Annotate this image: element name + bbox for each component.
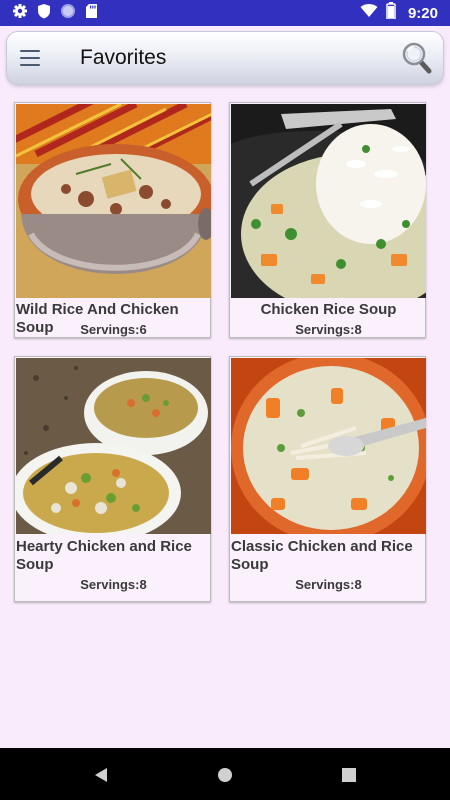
recipe-servings: Servings:8 [295,322,362,337]
page-title: Favorites [80,46,167,69]
app-bar: Favorites [6,31,444,85]
recipe-card[interactable]: Classic Chicken and Rice Soup Servings:8 [229,356,426,602]
recipe-card[interactable]: Chicken Rice Soup Servings:8 [229,102,426,338]
sync-icon [60,3,76,24]
recipe-servings: Servings:8 [295,577,362,592]
battery-icon [386,2,396,24]
recipe-title: Classic Chicken and Rice Soup [231,538,413,573]
recents-icon[interactable] [338,764,360,786]
recipe-image [231,104,426,298]
wifi-icon [360,3,378,23]
settings-icon [12,3,28,24]
search-icon[interactable] [401,41,433,75]
recipe-servings: Servings:8 [80,577,147,592]
status-bar: 9:20 [0,0,450,26]
shield-icon [37,3,51,24]
navigation-bar [0,748,450,800]
recipe-card[interactable]: Wild Rice And Chicken Soup Servings:6 [14,102,211,338]
back-icon[interactable] [90,764,112,786]
recipe-card[interactable]: Hearty Chicken and Rice Soup Servings:8 [14,356,211,602]
status-time: 9:20 [407,4,438,22]
sd-card-icon [85,3,98,24]
status-left-icons [12,3,98,24]
recipe-image [231,358,426,534]
status-right-icons: 9:20 [360,2,438,24]
recipe-title: Hearty Chicken and Rice Soup [16,538,192,573]
recipe-image [16,358,211,534]
recipe-title: Chicken Rice Soup [260,301,397,318]
home-icon[interactable] [214,764,236,786]
recipe-servings: Servings:6 [80,322,147,337]
recipe-image [16,104,211,298]
recipe-grid: Wild Rice And Chicken Soup Servings:6 Ch… [14,102,434,602]
hamburger-menu-icon[interactable] [17,45,45,71]
